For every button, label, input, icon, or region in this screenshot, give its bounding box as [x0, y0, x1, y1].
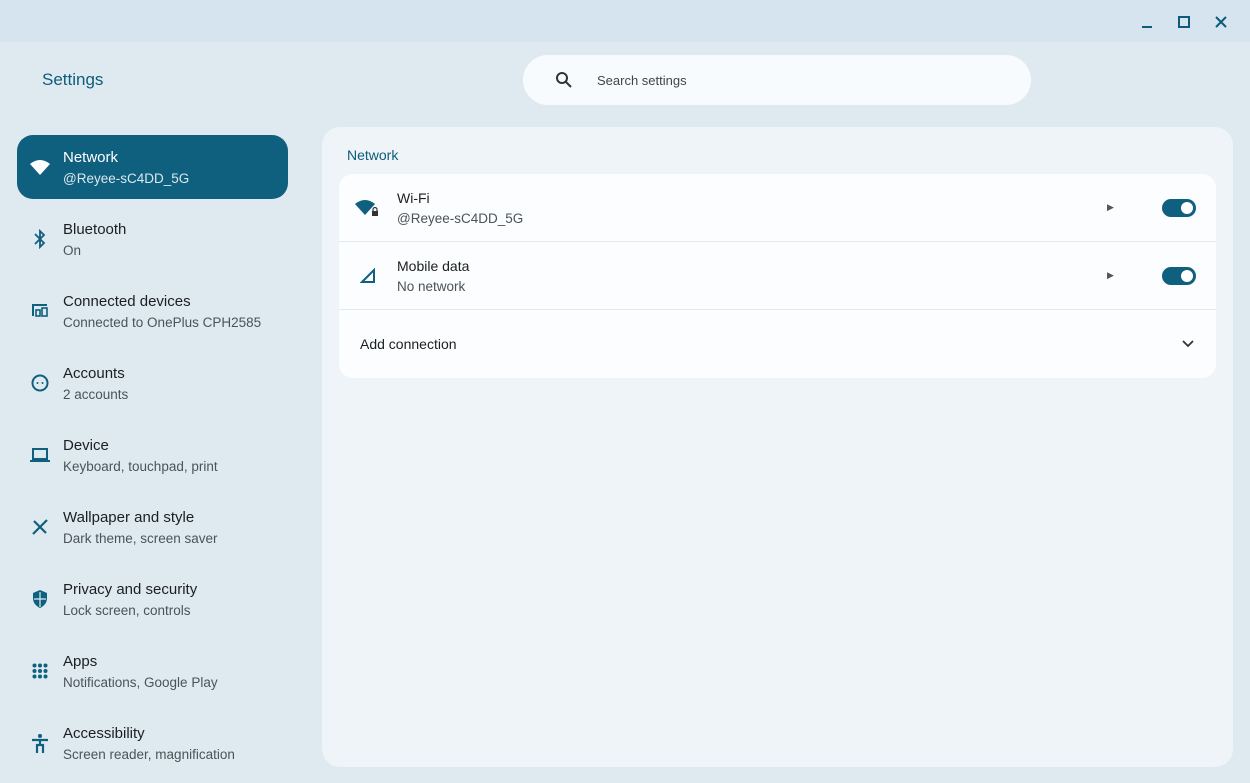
network-card: Wi-Fi @Reyee-sC4DD_5G ▶ Mobile data No net…	[339, 174, 1216, 378]
sidebar-item-apps[interactable]: Apps Notifications, Google Play	[17, 639, 288, 703]
wifi-icon	[17, 159, 63, 175]
minimize-button[interactable]	[1135, 10, 1159, 34]
devices-icon	[17, 303, 63, 319]
wifi-network-name: @Reyee-sC4DD_5G	[397, 210, 524, 226]
sidebar-item-sub: 2 accounts	[63, 386, 129, 402]
sidebar-item-network[interactable]: Network @Reyee-sC4DD_5G	[17, 135, 288, 199]
sidebar-item-label: Accessibility	[63, 724, 145, 742]
sidebar-item-label: Connected devices	[63, 292, 191, 310]
section-title: Network	[347, 147, 399, 163]
search-icon	[556, 72, 572, 88]
palette-icon	[17, 518, 63, 536]
wifi-label: Wi-Fi	[397, 189, 430, 206]
cellular-signal-icon	[339, 267, 397, 284]
shield-icon	[17, 589, 63, 609]
app-title: Settings	[42, 70, 104, 89]
sidebar-item-bluetooth[interactable]: Bluetooth On	[17, 207, 288, 271]
add-connection-label: Add connection	[360, 336, 457, 352]
sidebar-item-privacy[interactable]: Privacy and security Lock screen, control…	[17, 567, 288, 631]
sidebar-item-sub: Keyboard, touchpad, print	[63, 458, 218, 474]
sidebar-item-label: Bluetooth	[63, 220, 127, 238]
arrow-right-icon[interactable]: ▶	[1107, 202, 1114, 213]
mobile-data-status: No network	[397, 278, 466, 294]
sidebar-item-sub: Connected to OnePlus CPH2585	[63, 314, 262, 330]
mobile-data-toggle[interactable]	[1162, 266, 1196, 285]
sidebar-item-sub: @Reyee-sC4DD_5G	[63, 170, 190, 186]
sidebar-item-sub: Screen reader, magnification	[63, 746, 235, 762]
search-input[interactable]	[597, 72, 977, 88]
sidebar-item-label: Network	[63, 148, 119, 166]
sidebar-item-accounts[interactable]: Accounts 2 accounts	[17, 351, 288, 415]
accessibility-icon	[17, 733, 63, 753]
wifi-toggle[interactable]	[1162, 198, 1196, 217]
mobile-data-row[interactable]: Mobile data No network ▶	[339, 242, 1216, 310]
sidebar-item-wallpaper[interactable]: Wallpaper and style Dark theme, screen sa…	[17, 495, 288, 559]
title-bar	[0, 0, 1250, 42]
arrow-right-icon[interactable]: ▶	[1107, 270, 1114, 281]
sidebar-item-label: Apps	[63, 652, 98, 670]
sidebar-item-label: Accounts	[63, 364, 125, 382]
sidebar-item-sub: On	[63, 242, 82, 258]
maximize-button[interactable]	[1172, 10, 1196, 34]
close-button[interactable]	[1209, 10, 1233, 34]
sidebar-item-label: Privacy and security	[63, 580, 198, 598]
apps-grid-icon	[17, 663, 63, 679]
sidebar-item-device[interactable]: Device Keyboard, touchpad, print	[17, 423, 288, 487]
sidebar-item-accessibility[interactable]: Accessibility Screen reader, magnificatio…	[17, 711, 288, 775]
account-icon	[17, 374, 63, 392]
mobile-data-label: Mobile data	[397, 257, 470, 274]
sidebar-item-sub: Lock screen, controls	[63, 602, 191, 618]
bluetooth-icon	[17, 229, 63, 249]
search-bar[interactable]	[523, 55, 1031, 105]
add-connection-row[interactable]: Add connection	[339, 310, 1216, 378]
wifi-locked-icon	[339, 198, 397, 218]
sidebar-item-label: Device	[63, 436, 109, 454]
chevron-down-icon[interactable]	[1182, 335, 1194, 353]
laptop-icon	[17, 447, 63, 463]
sidebar-item-label: Wallpaper and style	[63, 508, 195, 526]
wifi-row[interactable]: Wi-Fi @Reyee-sC4DD_5G ▶	[339, 174, 1216, 242]
main-panel: Network Wi-Fi @Reyee-sC4DD_5G ▶ Mobile da…	[322, 127, 1233, 767]
sidebar-item-connected-devices[interactable]: Connected devices Connected to OnePlus CP…	[17, 279, 288, 343]
sidebar-item-sub: Dark theme, screen saver	[63, 530, 218, 546]
sidebar: Network @Reyee-sC4DD_5G Bluetooth On Conne…	[17, 135, 288, 783]
sidebar-item-sub: Notifications, Google Play	[63, 674, 218, 690]
